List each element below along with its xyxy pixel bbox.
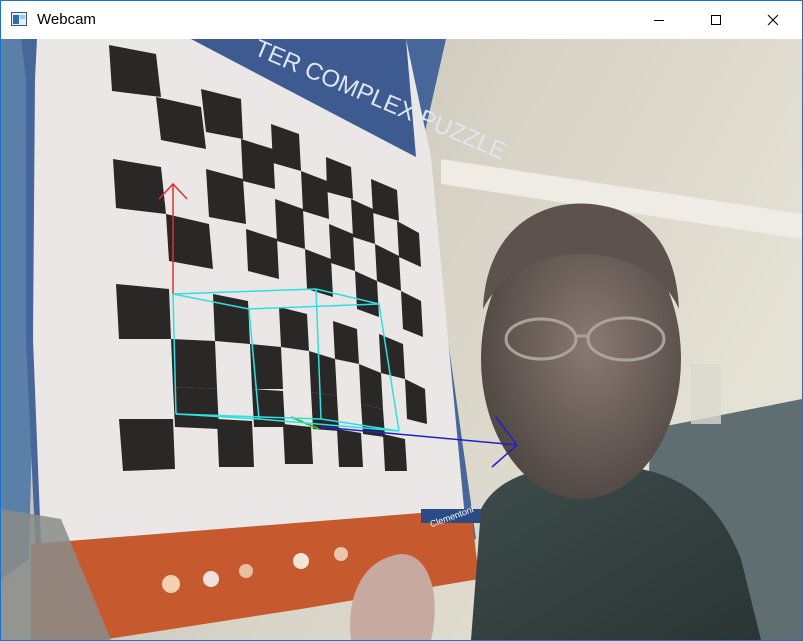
window-title: Webcam [37,11,96,28]
title-bar[interactable]: Webcam [1,1,802,39]
webcam-window: Webcam TER COMPLEX PUZZLE Clementoni [0,0,803,641]
minimize-icon [654,20,664,21]
app-icon [11,12,27,26]
background-object [691,364,721,424]
close-icon [767,14,779,26]
camera-view: TER COMPLEX PUZZLE Clementoni [1,39,802,640]
close-button[interactable] [750,1,796,39]
maximize-button[interactable] [693,1,739,39]
webcam-frame: TER COMPLEX PUZZLE Clementoni [1,39,802,640]
maximize-icon [711,15,721,25]
minimize-button[interactable] [636,1,682,39]
